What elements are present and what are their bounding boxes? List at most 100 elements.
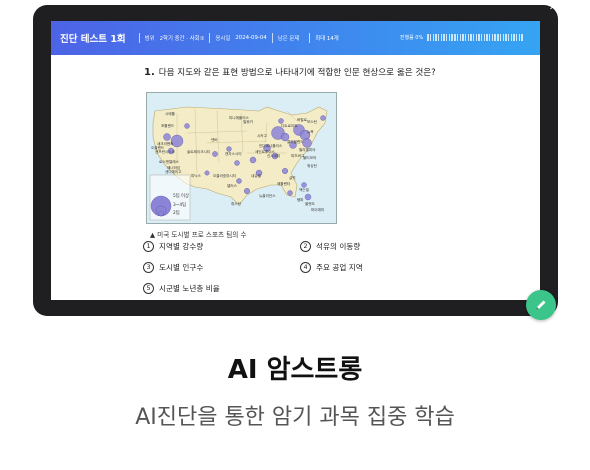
legend-5plus: 5팀 이상 [173,192,189,199]
city-label: 필라델피아 [299,147,316,152]
date-value: 2024-09-04 [235,35,267,41]
city-label: 버펄로 [297,117,308,122]
progress-tick [499,34,502,41]
progress-tick [435,34,437,41]
option-1-number: 1 [143,241,154,252]
progress-tick [497,34,499,41]
option-3-text: 도시별 인구수 [159,263,204,272]
progress-tick [507,34,510,41]
map-bubble [226,146,232,152]
progress-indicator: 진행률 0% [400,34,524,41]
city-label: 로스앤젤레스 [159,159,180,164]
city-label: 탬파 [297,197,304,202]
option-4-text: 주요 공업 지역 [316,263,363,272]
progress-tick [443,34,445,41]
progress-tick [518,34,521,41]
progress-tick [505,34,507,41]
question-stem: 다음 지도와 같은 표현 방법으로 나타내기에 적합한 인문 현상으로 옳은 것… [158,68,436,78]
date-label: 응시일 [215,36,231,42]
progress-label: 진행률 0% [399,35,424,41]
progress-tick [483,34,486,41]
question-number: 1. [144,67,155,78]
map-bubble [249,156,257,164]
city-label: 샬럿 [289,175,296,180]
city-label: 애너하임 [167,165,180,170]
map-bubble [234,160,240,166]
map-bubble [278,118,284,124]
legend-2: 2팀 [173,209,180,216]
progress-tick [462,34,464,41]
city-label: 인디애나폴리스 [259,143,283,148]
map-bubble [287,190,293,196]
city-label: 덴버 [211,137,218,142]
city-label: 피닉스 [191,173,202,178]
city-label: 워싱턴 [307,163,317,168]
option-2[interactable]: 2 석유의 이동량 [300,241,360,252]
city-label: 댈러스 [227,183,238,188]
usa-map-svg: 시애틀미니애폴리스보스턴뉴욕필라델피아디트로이트시카고밀워키클리블랜드피츠버그볼… [147,93,336,223]
option-4[interactable]: 4 주요 공업 지역 [300,262,363,273]
city-label: 오클랜드 [151,145,165,150]
map-bubble [204,170,210,176]
legend-3to4: 3~4팀 [173,201,186,208]
city-label: 휴스턴 [231,201,241,206]
range-value: 2학기 중간 · 사회① [159,36,205,42]
progress-tick [502,34,504,41]
progress-tick [494,34,496,41]
progress-tick [438,34,440,41]
tablet-frame: 진단 테스트 1회 범위 2학기 중간 · 사회① 응시일 2024-09-04… [33,3,559,320]
map-bubble [281,167,288,174]
city-label: 오클라호마시티 [213,173,236,178]
test-screen: 진단 테스트 1회 범위 2학기 중간 · 사회① 응시일 2024-09-04… [51,21,540,300]
map-bubble [304,193,312,201]
map-bubble [243,187,250,194]
map-bubble [236,178,242,184]
city-label: 디트로이트 [281,123,298,128]
city-label: 캔자스시티 [225,151,242,156]
progress-tick [489,34,491,41]
option-2-number: 2 [300,241,311,252]
close-icon[interactable]: ✕ [549,3,559,13]
progress-tick [459,34,461,41]
test-meta: 범위 2학기 중간 · 사회① 응시일 2024-09-04 남은 문제 최대 … [134,33,339,43]
option-1[interactable]: 1 지역별 강수량 [143,241,203,252]
progress-tick [440,34,443,41]
option-1-text: 지역별 강수량 [159,242,204,251]
option-5[interactable]: 5 시군별 노년층 비율 [143,283,220,294]
progress-tick [467,34,469,41]
map-bubble [184,123,190,129]
city-label: 뉴올리언스 [259,193,276,198]
city-label: 마이애미 [311,207,324,212]
map-bubble [320,115,326,121]
option-3[interactable]: 3 도시별 인구수 [143,262,203,273]
city-label: 애틀랜타 [277,181,291,186]
app-subtitle: AI진단을 통한 암기 과목 집중 학습 [135,405,455,430]
progress-tick [475,34,478,41]
progress-tick [448,34,451,41]
progress-tick [491,34,494,41]
map-bubble [163,133,171,141]
progress-tick [515,34,518,41]
test-title: 진단 테스트 1회 [60,34,126,45]
test-header: 진단 테스트 1회 범위 2학기 중간 · 사회① 응시일 2024-09-04… [51,21,540,55]
app-title: AI 암스트롱 [227,355,363,385]
progress-tick [481,34,483,41]
city-label: 신시내티 [267,153,280,158]
city-label: 밀워키 [243,119,253,124]
city-label: 솔트레이크시티 [187,149,210,154]
map-bubble [212,151,218,157]
progress-tick [432,34,435,41]
option-5-text: 시군별 노년층 비율 [159,284,220,293]
fab-button[interactable] [526,290,556,320]
progress-tick [456,34,459,41]
progress-tick [478,34,480,41]
city-label: 내슈빌 [251,173,261,178]
progress-tick [470,34,472,41]
progress-tick [513,34,515,41]
option-2-text: 석유의 이동량 [316,242,361,251]
city-label: 시카고 [257,133,268,138]
city-label: 뉴욕 [307,129,314,134]
progress-tick [472,34,475,41]
question-map: 시애틀 미니애폴리스 보스턴 뉴욕 필라델피아 디트로이트 시카고 밀워키 클리블랜드 피츠버그 볼… [146,92,337,224]
progress-tick [454,34,456,41]
